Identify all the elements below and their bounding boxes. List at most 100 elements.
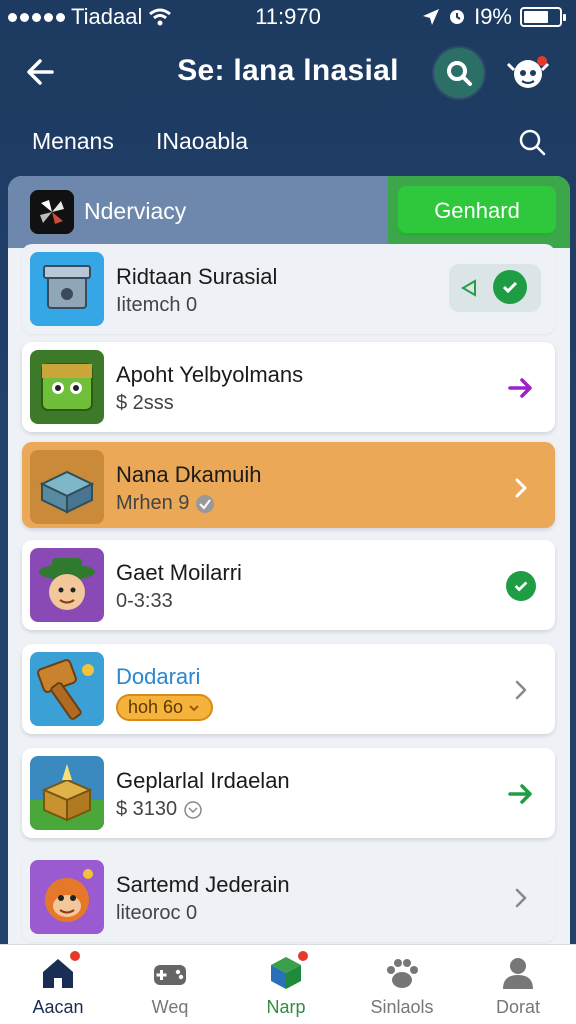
- featured-logo: [30, 190, 74, 234]
- app-title: Dodarari: [116, 664, 201, 689]
- app-thumbnail: [30, 756, 104, 830]
- chevron-button[interactable]: [503, 672, 539, 708]
- chevron-right-icon: [515, 888, 527, 908]
- nav-item-weq[interactable]: Weq: [120, 953, 220, 1018]
- wooden-hammer-icon: [37, 659, 94, 720]
- treasure-box-icon: [30, 764, 104, 830]
- search-button[interactable]: [434, 48, 484, 98]
- app-subtitle: hoh 6o: [116, 694, 214, 721]
- character-hat-icon: [39, 558, 95, 610]
- get-button-area: Genhard: [388, 176, 570, 248]
- home-icon: [38, 951, 80, 993]
- nav-item-sinlaols[interactable]: Sinlaols: [352, 953, 452, 1018]
- app-subtitle-text: $ 3130: [116, 798, 178, 820]
- nav-item-narp[interactable]: Narp: [236, 951, 336, 1018]
- chest-icon: [39, 470, 95, 514]
- arrow-right-icon: [508, 784, 532, 804]
- notification-dot: [70, 951, 80, 961]
- app-title: Nana Dkamuih: [116, 462, 262, 487]
- sub-navigation: Menans INaoabla: [0, 118, 576, 166]
- search-icon: [447, 61, 472, 86]
- app-title: Sartemd Jederain: [116, 872, 290, 897]
- list-item[interactable]: Geplarlal Irdaelan $ 3130: [22, 748, 555, 838]
- nav-label: Weq: [151, 997, 189, 1017]
- app-subtitle: liteoroc 0: [116, 902, 197, 925]
- app-screen: Tiadaal 11:970 I9% Se: lana lnasial Mena…: [0, 0, 576, 1024]
- arrow-right-icon: [508, 378, 532, 398]
- app-subtitle-text: Iitemch 0: [116, 294, 198, 316]
- featured-header: Nderviacy Genhard: [8, 176, 570, 248]
- monkey-icon: [45, 869, 93, 922]
- app-subtitle-text: $ 2sss: [116, 392, 174, 414]
- featured-name: Nderviacy: [84, 198, 187, 224]
- install-toggle[interactable]: [449, 264, 541, 312]
- list-item[interactable]: Gaet Moilarri 0-3:33: [22, 540, 555, 630]
- gamepad-icon: [150, 953, 190, 993]
- list-item[interactable]: Sartemd Jederain liteoroc 0: [22, 852, 555, 942]
- app-subtitle: Iitemch 0: [116, 294, 197, 317]
- status-bar: Tiadaal 11:970 I9%: [0, 0, 576, 36]
- cube-icon: [266, 951, 308, 993]
- check-icon: [506, 571, 536, 601]
- profile-avatar-button[interactable]: [504, 48, 554, 98]
- nav-label: Aacan: [32, 997, 84, 1017]
- header: Se: lana lnasial: [0, 40, 576, 104]
- robot-avatar-icon: [506, 56, 550, 88]
- search-icon: [519, 129, 546, 156]
- app-title: Geplarlal Irdaelan: [116, 768, 290, 793]
- list-item[interactable]: Apoht Yelbyolmans $ 2sss: [22, 342, 555, 432]
- get-button[interactable]: Genhard: [398, 186, 556, 236]
- chevron-button[interactable]: [503, 470, 539, 506]
- price-badge[interactable]: hoh 6o: [116, 694, 214, 721]
- app-thumbnail: [30, 548, 104, 622]
- person-icon: [498, 953, 538, 993]
- app-thumbnail: [30, 860, 104, 934]
- nav-label: Narp: [266, 997, 306, 1017]
- battery-fill: [524, 11, 548, 23]
- app-subtitle: 0-3:33: [116, 590, 173, 613]
- paw-icon: [382, 953, 422, 993]
- secondary-search-button[interactable]: [516, 126, 548, 158]
- nav-label: Sinlaols: [370, 997, 434, 1017]
- installed-check-button[interactable]: [503, 568, 539, 604]
- content-panel: Nderviacy Genhard Ridtaan Surasial Iitem…: [8, 176, 570, 946]
- app-subtitle-text: 0-3:33: [116, 590, 173, 612]
- app-subtitle-text: Mrhen 9: [116, 492, 190, 514]
- open-arrow-button[interactable]: [503, 776, 539, 812]
- list-item-selected[interactable]: Nana Dkamuih Mrhen 9: [22, 442, 555, 528]
- page-title: Se: lana lnasial: [177, 54, 399, 87]
- battery-percent: I9%: [474, 4, 512, 29]
- battery-icon: [520, 7, 566, 27]
- nav-label: Dorat: [495, 997, 540, 1017]
- app-subtitle: $ 2sss: [116, 392, 174, 415]
- app-subtitle: $ 3130: [116, 798, 203, 821]
- chevron-right-icon: [515, 680, 527, 700]
- chevron-button[interactable]: [503, 880, 539, 916]
- chevron-down-circle-icon: [184, 800, 202, 819]
- tab-inaoabla[interactable]: INaoabla: [156, 128, 248, 155]
- box-icon: [43, 265, 91, 309]
- chevron-down-icon: [189, 704, 199, 711]
- app-thumbnail: [30, 652, 104, 726]
- check-icon: [493, 270, 527, 304]
- list-item[interactable]: Ridtaan Surasial Iitemch 0: [22, 244, 555, 334]
- nav-item-aacan[interactable]: Aacan: [8, 951, 108, 1018]
- tab-menans[interactable]: Menans: [32, 128, 114, 155]
- app-thumbnail: [30, 350, 104, 424]
- notification-dot: [298, 951, 308, 961]
- nav-item-dorat[interactable]: Dorat: [468, 953, 568, 1018]
- price-badge-text: hoh 6o: [128, 697, 184, 717]
- chevron-right-icon: [515, 478, 527, 498]
- triangle-left-icon: [461, 279, 476, 297]
- app-title: Ridtaan Surasial: [116, 264, 278, 289]
- app-subtitle: Mrhen 9: [116, 492, 215, 515]
- app-subtitle-text: liteoroc 0: [116, 902, 198, 924]
- app-thumbnail: [30, 252, 104, 326]
- location-icon: [423, 9, 440, 25]
- open-arrow-button[interactable]: [503, 370, 539, 406]
- list-item[interactable]: Dodarari hoh 6o: [22, 644, 555, 734]
- bottom-navigation: Aacan Weq Narp Sinlaols Dorat: [0, 944, 576, 1024]
- creature-cube-icon: [41, 363, 93, 411]
- pinwheel-icon: [40, 200, 64, 224]
- check-badge-icon: [196, 494, 215, 513]
